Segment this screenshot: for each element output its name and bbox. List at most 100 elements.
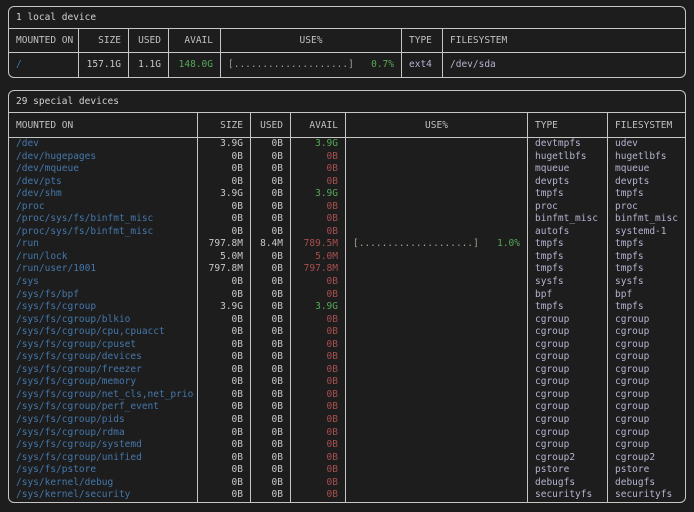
used-cell: 8.4M (251, 238, 291, 251)
use-percent-cell (346, 489, 528, 502)
avail-cell: 0B (291, 351, 346, 364)
use-percent-cell (346, 151, 528, 164)
filesystem-cell: mqueue (608, 163, 685, 176)
mounted-on-cell: /sys/fs/cgroup/systemd (9, 439, 198, 452)
table-row: /sys/fs/cgroup/cpuset0B0B0Bcgroupcgroup (9, 339, 685, 352)
used-cell: 0B (251, 226, 291, 239)
mounted-on-cell: /sys/fs/pstore (9, 464, 198, 477)
avail-cell: 0B (291, 439, 346, 452)
type-cell: binfmt_misc (528, 213, 608, 226)
mounted-on-cell: /sys/fs/bpf (9, 289, 198, 302)
local-devices-table: 1 local device MOUNTED ONSIZEUSEDAVAILUS… (8, 6, 686, 78)
mounted-on-cell: / (9, 53, 79, 77)
table-body: /157.1G1.1G148.0G[....................]0… (9, 53, 685, 77)
column-header-use-: USE% (221, 29, 402, 53)
avail-cell: 797.8M (291, 263, 346, 276)
mounted-on-cell: /proc/sys/fs/binfmt_misc (9, 213, 198, 226)
use-percent-cell (346, 226, 528, 239)
used-cell: 0B (251, 439, 291, 452)
filesystem-cell: binfmt_misc (608, 213, 685, 226)
table-row: /157.1G1.1G148.0G[....................]0… (9, 53, 685, 77)
used-cell: 0B (251, 213, 291, 226)
column-header-use-: USE% (346, 113, 528, 138)
avail-cell: 148.0G (169, 53, 221, 77)
type-cell: tmpfs (528, 263, 608, 276)
table-row: /proc0B0B0Bprocproc (9, 201, 685, 214)
filesystem-cell: tmpfs (608, 301, 685, 314)
table-row: /sys/fs/cgroup/systemd0B0B0Bcgroupcgroup (9, 439, 685, 452)
type-cell: mqueue (528, 163, 608, 176)
type-cell: cgroup (528, 414, 608, 427)
usage-percent: 1.0% (497, 238, 520, 251)
mounted-on-cell: /sys/fs/cgroup/net_cls,net_prio (9, 389, 198, 402)
used-cell: 0B (251, 251, 291, 264)
size-cell: 0B (198, 314, 251, 327)
avail-cell: 0B (291, 176, 346, 189)
mounted-on-cell: /sys/kernel/debug (9, 477, 198, 490)
table-row: /proc/sys/fs/binfmt_misc0B0B0Bbinfmt_mis… (9, 213, 685, 226)
type-cell: devtmpfs (528, 138, 608, 151)
used-cell: 0B (251, 289, 291, 302)
filesystem-cell: cgroup (608, 339, 685, 352)
filesystem-cell: udev (608, 138, 685, 151)
table-row: /dev/hugepages0B0B0Bhugetlbfshugetlbfs (9, 151, 685, 164)
use-percent-cell (346, 351, 528, 364)
column-header-type: TYPE (402, 29, 443, 53)
used-cell: 0B (251, 276, 291, 289)
table-header-row: MOUNTED ONSIZEUSEDAVAILUSE%TYPEFILESYSTE… (9, 29, 685, 53)
usage-percent: 0.7% (371, 53, 394, 77)
use-percent-cell (346, 339, 528, 352)
avail-cell: 0B (291, 201, 346, 214)
filesystem-cell: sysfs (608, 276, 685, 289)
table-title-local-devices: 1 local device (9, 7, 685, 29)
size-cell: 0B (198, 389, 251, 402)
used-cell: 0B (251, 452, 291, 465)
use-percent-cell (346, 201, 528, 214)
use-percent-cell (346, 376, 528, 389)
column-header-filesystem: FILESYSTEM (608, 113, 685, 138)
mounted-on-cell: /sys/fs/cgroup (9, 301, 198, 314)
mounted-on-cell: /dev/mqueue (9, 163, 198, 176)
used-cell: 0B (251, 414, 291, 427)
used-cell: 0B (251, 401, 291, 414)
size-cell: 0B (198, 439, 251, 452)
column-header-type: TYPE (528, 113, 608, 138)
type-cell: proc (528, 201, 608, 214)
use-percent-cell (346, 213, 528, 226)
mounted-on-cell: /sys/fs/cgroup/memory (9, 376, 198, 389)
avail-cell: 0B (291, 452, 346, 465)
usage-bar: [....................] (353, 238, 479, 251)
mounted-on-cell: /sys/fs/cgroup/freezer (9, 364, 198, 377)
mounted-on-cell: /run/user/1001 (9, 263, 198, 276)
type-cell: ext4 (402, 53, 443, 77)
column-header-mounted-on: MOUNTED ON (9, 113, 198, 138)
mounted-on-cell: /sys/fs/cgroup/cpuset (9, 339, 198, 352)
use-percent-cell (346, 452, 528, 465)
avail-cell: 0B (291, 389, 346, 402)
size-cell: 0B (198, 414, 251, 427)
filesystem-cell: cgroup (608, 376, 685, 389)
avail-cell: 0B (291, 163, 346, 176)
use-percent-cell (346, 401, 528, 414)
table-row: /sys/fs/cgroup/pids0B0B0Bcgroupcgroup (9, 414, 685, 427)
avail-cell: 0B (291, 289, 346, 302)
size-cell: 0B (198, 163, 251, 176)
type-cell: cgroup (528, 401, 608, 414)
avail-cell: 0B (291, 489, 346, 502)
used-cell: 0B (251, 163, 291, 176)
type-cell: bpf (528, 289, 608, 302)
table-row: /sys/fs/cgroup/blkio0B0B0Bcgroupcgroup (9, 314, 685, 327)
table-spacer (8, 78, 686, 90)
table-row: /sys/fs/cgroup/cpu,cpuacct0B0B0Bcgroupcg… (9, 326, 685, 339)
size-cell: 797.8M (198, 238, 251, 251)
mounted-on-cell: /sys/fs/cgroup/rdma (9, 427, 198, 440)
table-title-special-devices: 29 special devices (9, 91, 685, 113)
table-row: /sys/fs/cgroup/devices0B0B0Bcgroupcgroup (9, 351, 685, 364)
use-percent-cell (346, 364, 528, 377)
size-cell: 0B (198, 427, 251, 440)
table-row: /sys/fs/cgroup3.9G0B3.9Gtmpfstmpfs (9, 301, 685, 314)
filesystem-cell: bpf (608, 289, 685, 302)
used-cell: 0B (251, 326, 291, 339)
use-percent-cell (346, 464, 528, 477)
table-body: /dev3.9G0B3.9Gdevtmpfsudev/dev/hugepages… (9, 138, 685, 502)
